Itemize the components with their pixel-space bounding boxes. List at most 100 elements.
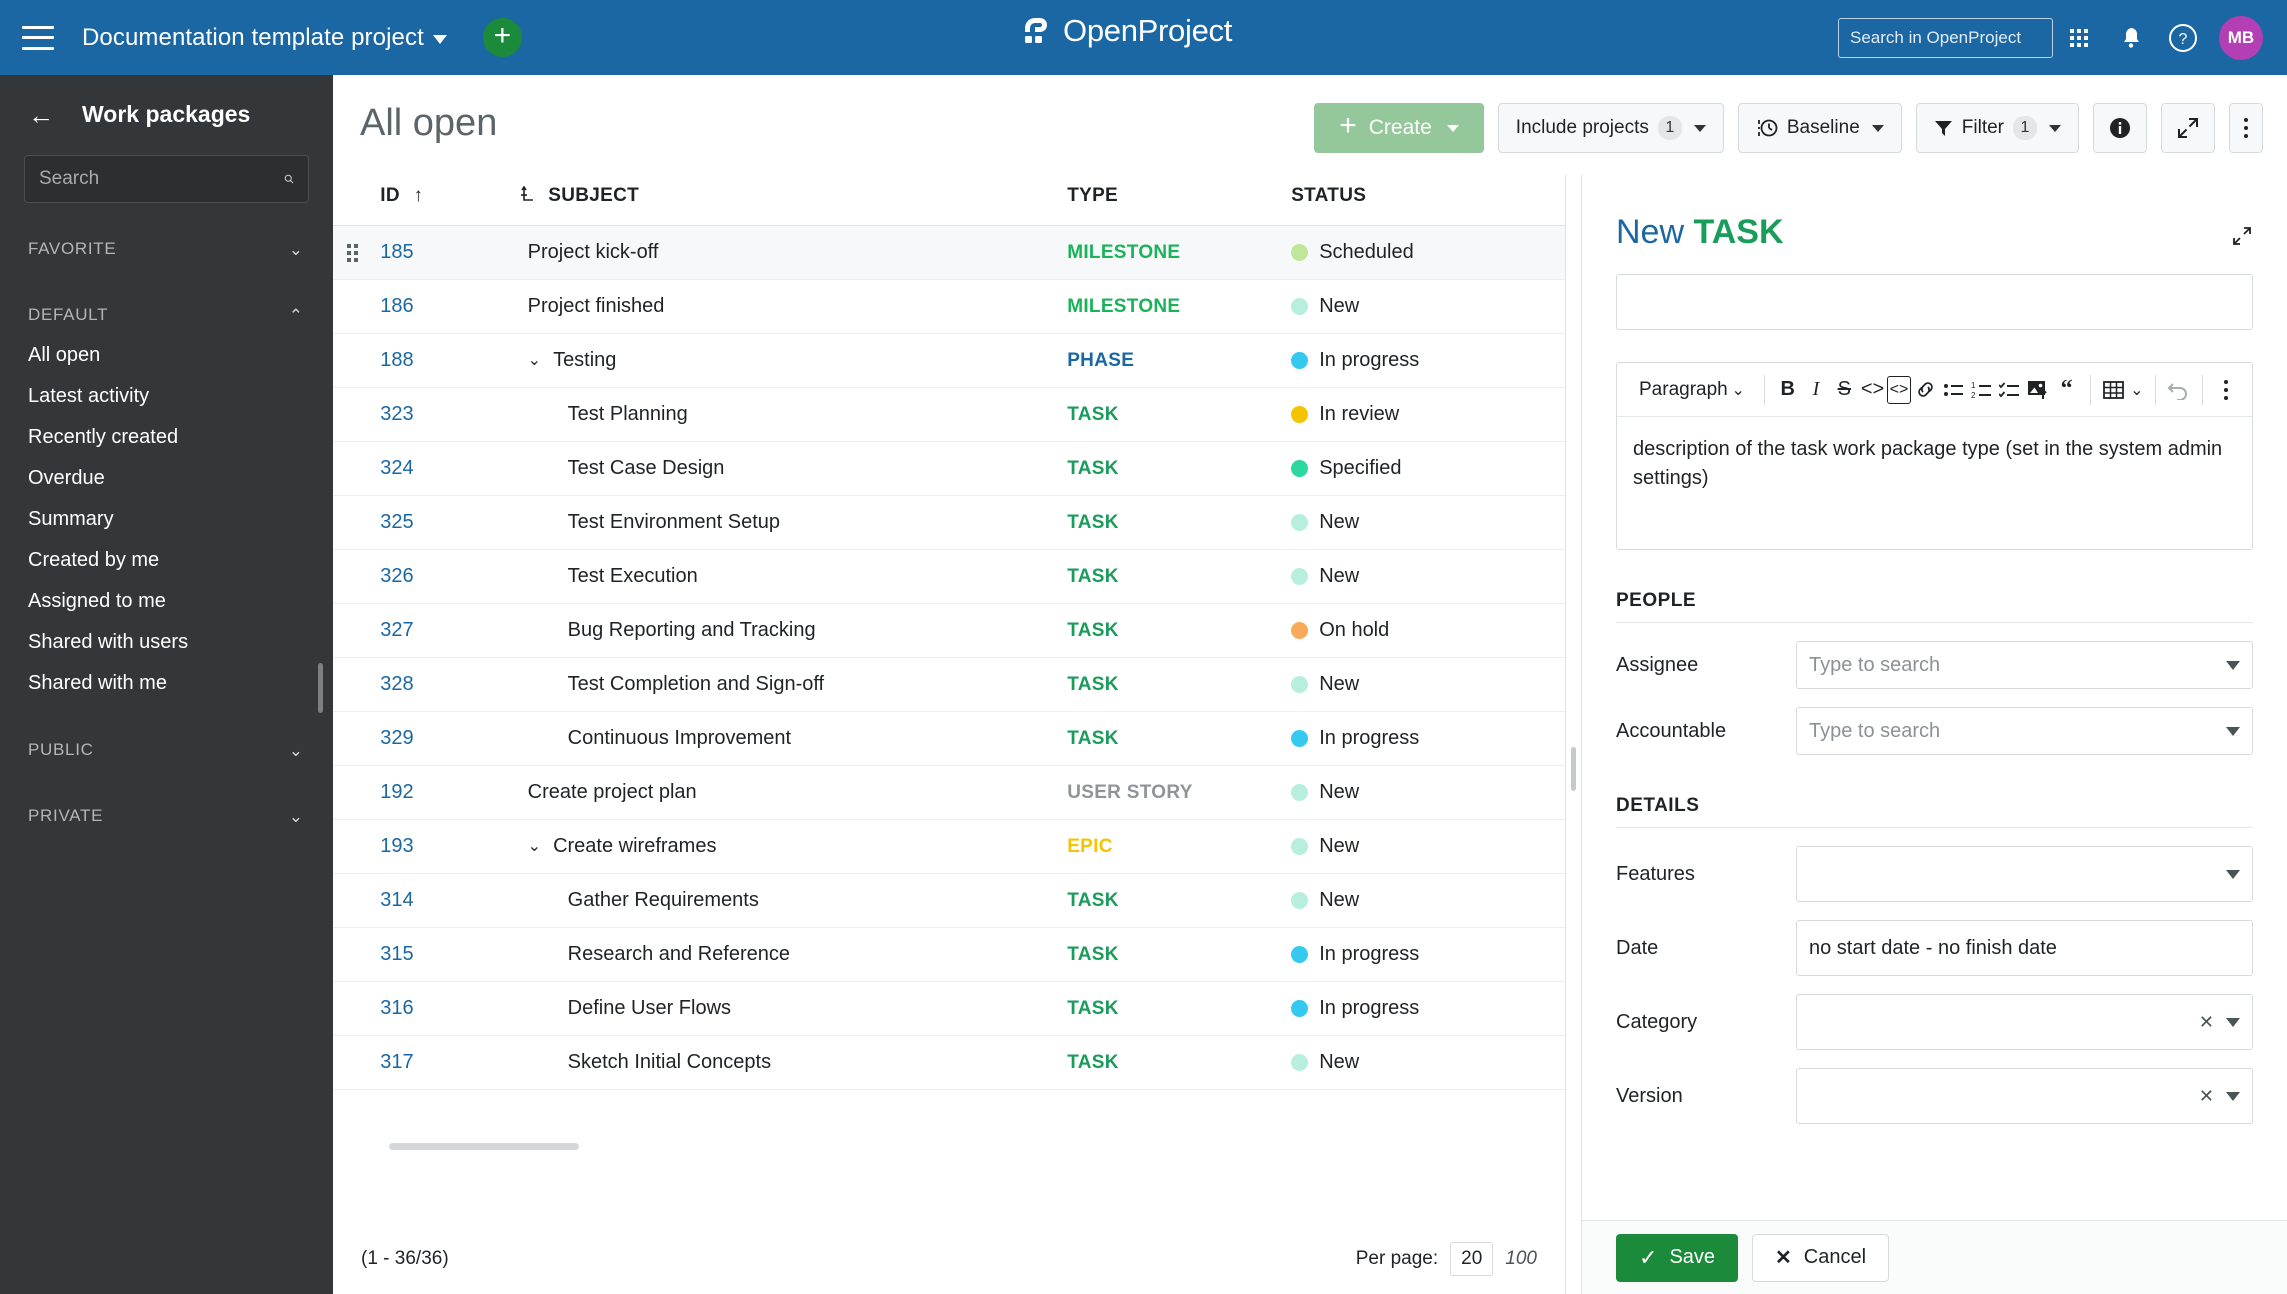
inline-code-icon[interactable]: <>	[1858, 371, 1886, 409]
cell-subject[interactable]: Test Environment Setup	[519, 495, 1068, 550]
cell-id[interactable]: 328	[380, 657, 520, 712]
code-block-icon[interactable]: <>	[1886, 375, 1912, 404]
table-chevron-down-icon[interactable]: ⌄	[2128, 371, 2146, 409]
per-page-100[interactable]: 100	[1505, 1248, 1537, 1270]
th-subject[interactable]: SUBJECT	[519, 175, 1068, 226]
cell-subject[interactable]: Create project plan	[519, 765, 1068, 820]
work-package-id-link[interactable]: 193	[380, 835, 413, 857]
table-row[interactable]: 324 Test Case Design TASK Specified	[333, 441, 1565, 496]
cell-status[interactable]: On hold	[1291, 603, 1565, 658]
cell-status[interactable]: New	[1291, 873, 1565, 928]
fullscreen-button[interactable]	[2161, 103, 2215, 153]
th-type[interactable]: TYPE	[1067, 175, 1292, 226]
create-button[interactable]: + Create	[1314, 103, 1484, 153]
table-icon[interactable]	[2099, 371, 2127, 409]
paragraph-style-select[interactable]: Paragraph ⌄	[1629, 371, 1755, 409]
cell-subject[interactable]: Continuous Improvement	[519, 711, 1068, 766]
checklist-icon[interactable]	[1996, 371, 2024, 409]
splitter-grip[interactable]	[1571, 747, 1576, 791]
cell-id[interactable]: 316	[380, 981, 520, 1036]
cell-id[interactable]: 186	[380, 279, 520, 334]
global-search[interactable]	[1838, 17, 2071, 58]
assignee-field[interactable]: Type to search	[1796, 641, 2253, 689]
bold-icon[interactable]: B	[1774, 371, 1802, 409]
cell-subject[interactable]: ⌄ Testing	[519, 333, 1068, 388]
cell-type[interactable]: TASK	[1067, 1035, 1292, 1090]
sidebar-item-created-by-me[interactable]: Created by me	[0, 540, 333, 581]
italic-icon[interactable]: I	[1802, 371, 1830, 409]
cell-subject[interactable]: Test Execution	[519, 549, 1068, 604]
table-row[interactable]: 329 Continuous Improvement TASK In progress	[333, 711, 1565, 766]
sidebar-item-all-open[interactable]: All open	[0, 335, 333, 376]
sidebar-group-default[interactable]: DEFAULT ⌃	[0, 295, 333, 335]
cell-subject[interactable]: Test Planning	[519, 387, 1068, 442]
cell-subject[interactable]: Project kick-off	[519, 225, 1068, 280]
th-id[interactable]: ID ↑	[380, 175, 520, 226]
save-button[interactable]: ✓ Save	[1616, 1233, 1739, 1282]
cell-type[interactable]: MILESTONE	[1067, 225, 1292, 280]
cell-id[interactable]: 317	[380, 1035, 520, 1090]
cell-subject[interactable]: Test Completion and Sign-off	[519, 657, 1068, 712]
th-status[interactable]: STATUS	[1291, 175, 1565, 226]
table-row[interactable]: 323 Test Planning TASK In review	[333, 387, 1565, 442]
link-icon[interactable]	[1911, 371, 1939, 409]
table-row[interactable]: 185 Project kick-off MILESTONE Scheduled	[333, 225, 1565, 280]
cell-type[interactable]: PHASE	[1067, 333, 1292, 388]
strikethrough-icon[interactable]: S	[1830, 371, 1858, 409]
cell-type[interactable]: MILESTONE	[1067, 279, 1292, 334]
sidebar-group-favorite[interactable]: FAVORITE ⌄	[0, 229, 333, 269]
cell-status[interactable]: In progress	[1291, 333, 1565, 388]
sidebar-item-shared-with-me[interactable]: Shared with me	[0, 663, 333, 704]
cell-type[interactable]: TASK	[1067, 873, 1292, 928]
cell-type[interactable]: TASK	[1067, 441, 1292, 496]
work-package-id-link[interactable]: 317	[380, 1051, 413, 1073]
work-package-id-link[interactable]: 314	[380, 889, 413, 911]
cell-status[interactable]: In review	[1291, 387, 1565, 442]
table-horizontal-scrollbar[interactable]	[389, 1143, 579, 1150]
cell-id[interactable]: 327	[380, 603, 520, 658]
cell-type[interactable]: TASK	[1067, 927, 1292, 982]
baseline-button[interactable]: Baseline	[1737, 103, 1902, 153]
sidebar-item-latest-activity[interactable]: Latest activity	[0, 376, 333, 417]
filter-button[interactable]: Filter 1	[1915, 103, 2079, 153]
global-add-button[interactable]: +	[482, 18, 522, 57]
openproject-logo[interactable]: OpenProject	[1018, 13, 1232, 49]
cell-id[interactable]: 193	[380, 819, 520, 874]
cell-status[interactable]: New	[1291, 657, 1565, 712]
blockquote-icon[interactable]: “	[2052, 371, 2080, 409]
work-package-id-link[interactable]: 186	[380, 295, 413, 317]
cell-type[interactable]: TASK	[1067, 387, 1292, 442]
cell-type[interactable]: TASK	[1067, 981, 1292, 1036]
avatar[interactable]: MB	[2219, 15, 2263, 60]
cell-subject[interactable]: Test Case Design	[519, 441, 1068, 496]
info-button[interactable]	[2093, 103, 2147, 153]
cell-status[interactable]: New	[1291, 495, 1565, 550]
cell-status[interactable]: New	[1291, 765, 1565, 820]
work-package-id-link[interactable]: 188	[380, 349, 413, 371]
cell-status[interactable]: Scheduled	[1291, 225, 1565, 280]
sidebar-item-overdue[interactable]: Overdue	[0, 458, 333, 499]
search-icon[interactable]	[284, 169, 294, 189]
subject-input[interactable]	[1616, 274, 2253, 330]
cell-id[interactable]: 185	[380, 225, 520, 280]
cell-id[interactable]: 325	[380, 495, 520, 550]
more-options-button[interactable]	[2229, 103, 2263, 153]
work-package-id-link[interactable]: 316	[380, 997, 413, 1019]
clear-icon[interactable]: ✕	[2199, 1012, 2214, 1033]
project-selector[interactable]: Documentation template project	[82, 24, 447, 52]
cell-type[interactable]: TASK	[1067, 495, 1292, 550]
date-field[interactable]: no start date - no finish date	[1796, 920, 2253, 976]
cell-status[interactable]: In progress	[1291, 711, 1565, 766]
work-package-id-link[interactable]: 323	[380, 403, 413, 425]
undo-icon[interactable]	[2165, 371, 2193, 409]
work-package-id-link[interactable]: 329	[380, 727, 413, 749]
clear-icon[interactable]: ✕	[2199, 1086, 2214, 1107]
work-package-id-link[interactable]: 324	[380, 457, 413, 479]
arrow-left-icon[interactable]: ←	[28, 102, 54, 128]
work-package-id-link[interactable]: 328	[380, 673, 413, 695]
cell-id[interactable]: 188	[380, 333, 520, 388]
cell-subject[interactable]: Project finished	[519, 279, 1068, 334]
description-text[interactable]: description of the task work package typ…	[1617, 417, 2252, 549]
collapse-toggle-icon[interactable]: ⌄	[528, 352, 541, 369]
features-field[interactable]	[1796, 846, 2253, 902]
